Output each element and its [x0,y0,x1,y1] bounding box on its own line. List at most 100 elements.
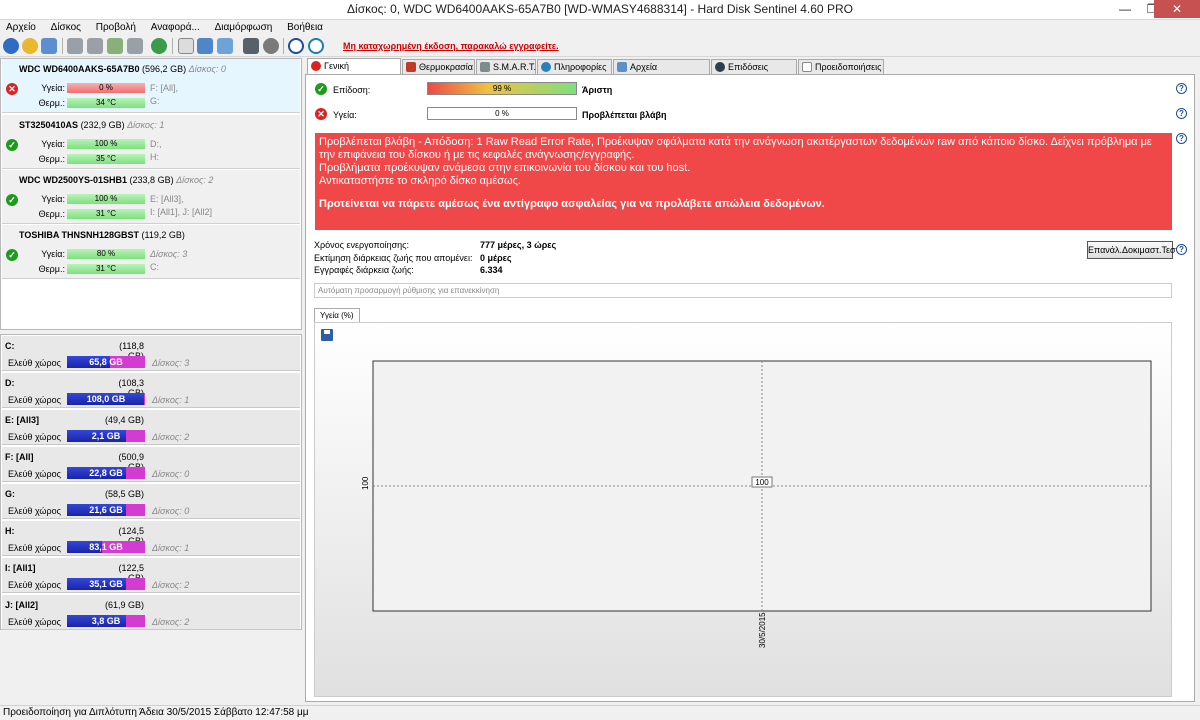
performance-text: Άριστη [582,85,613,95]
tab-temperature[interactable]: Θερμοκρασία [402,59,475,74]
disk-item-3[interactable]: TOSHIBA THNSNH128GBST (119,2 GB) ✓ Υγεία… [2,225,300,279]
network-icon[interactable] [217,38,233,54]
tool-icon-1[interactable] [67,38,83,54]
refresh-icon[interactable] [3,38,19,54]
free-space-label: Ελεύθ χώρος [8,506,61,516]
free-space-bar: 2,1 GB [67,430,145,442]
health-label: Υγεία: [41,194,65,204]
volume-disk: Δίσκος: 2 [152,617,190,627]
menu-view[interactable]: Προβολή [90,20,142,34]
tool-icon-3[interactable] [107,38,123,54]
minimize-button[interactable]: — [1110,0,1140,18]
help-icon[interactable]: ? [1176,133,1187,144]
tool-icon-4[interactable] [127,38,143,54]
volume-item[interactable]: C: (118,8 GB) Ελεύθ χώρος 65,8 GB Δίσκος… [2,336,300,371]
tab-alerts[interactable]: Προειδοποιήσεις [798,59,884,74]
disk-name: WDC WD2500YS-01SHB1 [19,175,128,185]
log-icon [617,62,627,72]
power-on-value: 777 μέρες, 3 ώρες [480,240,557,250]
menu-report[interactable]: Αναφορά... [145,20,206,34]
health-label: Υγεία: [41,139,65,149]
disk-size: (119,2 GB) [141,230,185,240]
volume-item[interactable]: H: (124,5 GB) Ελεύθ χώρος 83,1 GB Δίσκος… [2,521,300,556]
toolbar: Μη καταχωρημένη έκδοση, παρακαλώ εγγραφε… [0,35,1200,57]
power-on-label: Χρόνος ενεργοποίησης: [314,240,409,250]
volume-item[interactable]: D: (108,3 GB) Ελεύθ χώρος 108,0 GB Δίσκο… [2,373,300,408]
info-icon[interactable] [308,38,324,54]
partitions-line-2: C: [150,262,159,272]
tab-smart[interactable]: S.M.A.R.T. [476,59,536,74]
free-space-value: 3,8 GB [91,616,121,626]
temp-bar: 34 °C [67,98,145,108]
report-icon[interactable] [41,38,57,54]
tab-strip: Γενική επισκόπηση Θερμοκρασία S.M.A.R.T.… [305,58,1200,86]
globe-icon[interactable] [151,38,167,54]
health-bar: 80 % [67,249,145,259]
partitions-line-1: E: [All3], [150,194,184,204]
help-icon[interactable] [288,38,304,54]
repeat-test-button[interactable]: Επανάλ.Δοκιμαστ.Τεστ [1087,241,1179,259]
toolbar-separator [172,38,173,54]
menu-help[interactable]: Βοήθεια [281,20,329,34]
volume-name: J: [All2] [5,600,39,610]
volume-disk: Δίσκος: 1 [152,543,190,553]
free-space-label: Ελεύθ χώρος [8,395,61,405]
help-icon[interactable]: ? [1176,244,1187,255]
disk-name: TOSHIBA THNSNH128GBST [19,230,140,240]
free-space-label: Ελεύθ χώρος [8,469,61,479]
help-icon[interactable]: ? [1176,108,1187,119]
partitions-line-1: D:, [150,139,162,149]
monitor-icon[interactable] [243,38,259,54]
temp-bar: 31 °C [67,209,145,219]
free-space-label: Ελεύθ χώρος [8,358,61,368]
free-space-bar: 65,8 GB [67,356,145,368]
tab-overview[interactable]: Γενική επισκόπηση [307,58,401,85]
volume-item[interactable]: I: [All1] (122,5 GB) Ελεύθ χώρος 35,1 GB… [2,558,300,593]
settings-icon[interactable] [197,38,213,54]
volume-name: F: [All] [5,452,34,462]
disk-item-2[interactable]: WDC WD2500YS-01SHB1 (233,8 GB) Δίσκος: 2… [2,170,300,224]
partitions-line-2: G: [150,96,160,106]
unregistered-link[interactable]: Μη καταχωρημένη έκδοση, παρακαλώ εγγραφε… [343,41,559,51]
x-tick-label: 30/5/2015 [758,612,767,648]
tool-icon-2[interactable] [87,38,103,54]
volume-size: (49,4 GB) [104,415,144,425]
tab-information[interactable]: Πληροφορίες [537,59,612,74]
tab-performance[interactable]: Επιδόσεις δίσκου [711,59,797,86]
page-icon[interactable] [178,38,194,54]
volume-item[interactable]: G: (58,5 GB) Ελεύθ χώρος 21,6 GB Δίσκος:… [2,484,300,519]
disk-size: (232,9 GB) [80,120,125,130]
disk-number: Δίσκος: 0 [188,64,226,74]
disk-title: WDC WD2500YS-01SHB1 (233,8 GB) Δίσκος: 2 [19,175,213,185]
close-button[interactable]: ✕ [1154,0,1200,18]
page-icon [802,62,812,72]
ok-status-icon: ✓ [6,194,18,206]
volume-item[interactable]: J: [All2] (61,9 GB) Ελεύθ χώρος 3,8 GB Δ… [2,595,300,630]
tab-health-chart[interactable]: Υγεία (%) [314,308,360,323]
gear-icon[interactable] [263,38,279,54]
volume-name: H: [5,526,15,536]
tab-label: Προειδοποιήσεις [815,62,882,72]
tab-label: Θερμοκρασία [419,62,473,72]
tab-logs[interactable]: Αρχεία Καταγραφής [613,59,710,86]
health-bar: 100 % [67,194,145,204]
volume-item[interactable]: E: [All3] (49,4 GB) Ελεύθ χώρος 2,1 GB Δ… [2,410,300,445]
disk-size: (596,2 GB) [142,64,187,74]
info-icon [541,62,551,72]
menu-disk[interactable]: Δίσκος [45,20,87,34]
volume-name: C: [5,341,15,351]
help-icon[interactable]: ? [1176,83,1187,94]
disk-number: Δίσκος: 1 [127,120,165,130]
disk-info-icon[interactable] [22,38,38,54]
ok-status-icon: ✓ [315,83,327,95]
partitions-line-1: F: [All], [150,83,179,93]
menu-configuration[interactable]: Διαμόρφωση [209,20,279,34]
disk-item-0[interactable]: WDC WD6400AAKS-65A7B0 (596,2 GB) Δίσκος:… [2,59,300,113]
auto-adjust-note[interactable]: Αυτόματη προσαρμογή ρύθμισης για επανεκκ… [314,283,1172,298]
disk-item-1[interactable]: ST3250410AS (232,9 GB) Δίσκος: 1 ✓ Υγεία… [2,115,300,169]
health-label: Υγεία: [41,83,65,93]
disk-title: ST3250410AS (232,9 GB) Δίσκος: 1 [19,120,164,130]
performance-label: Επίδοση: [333,85,371,95]
volume-item[interactable]: F: [All] (500,9 GB) Ελεύθ χώρος 22,8 GB … [2,447,300,482]
menu-file[interactable]: Αρχείο [0,20,42,34]
